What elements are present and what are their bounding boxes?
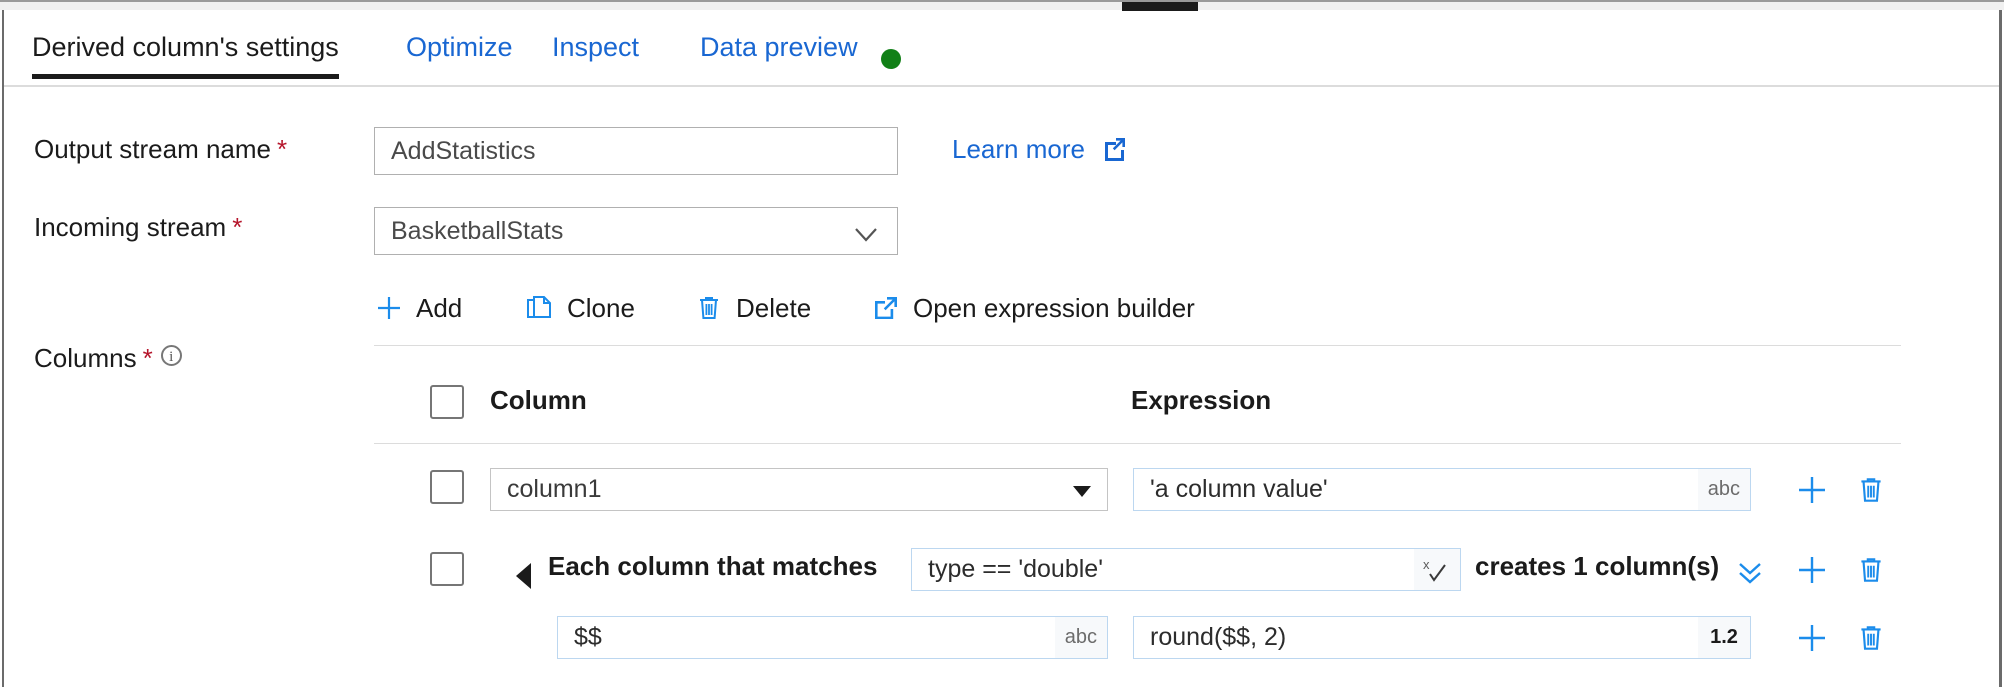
expression-value: 'a column value' <box>1150 475 1328 504</box>
pattern-expression-value: round($$, 2) <box>1150 623 1286 652</box>
row-checkbox[interactable] <box>430 470 464 504</box>
window-top-strip <box>0 0 2004 10</box>
active-tab-underline <box>32 74 339 79</box>
type-indicator-abc: abc <box>1055 617 1107 658</box>
columns-label: Columns* i <box>34 343 182 374</box>
required-marker: * <box>277 134 287 164</box>
learn-more-label: Learn more <box>952 134 1085 164</box>
delete-button[interactable]: Delete <box>694 282 811 334</box>
toolbar-divider <box>374 345 1901 346</box>
learn-more-link[interactable]: Learn more <box>952 134 1128 168</box>
column-header-label: Column <box>490 385 587 416</box>
column-select-value: column1 <box>507 475 602 504</box>
creates-columns-label: creates 1 column(s) <box>1475 551 1719 582</box>
add-row-icon[interactable] <box>1795 621 1829 655</box>
plus-icon <box>374 293 404 323</box>
double-chevron-down-icon[interactable] <box>1735 558 1765 593</box>
pattern-condition-value: type == 'double' <box>928 555 1103 584</box>
row-actions <box>1795 616 1887 659</box>
label-text: Output stream name <box>34 134 271 164</box>
tab-label: Inspect <box>552 32 639 62</box>
pattern-expression-input[interactable]: round($$, 2) 1.2 <box>1133 616 1751 659</box>
clone-icon <box>525 293 555 323</box>
pattern-column-name-value: $$ <box>574 623 602 652</box>
trash-icon <box>694 293 724 323</box>
collapse-toggle-icon[interactable] <box>516 563 531 589</box>
tab-inspect[interactable]: Inspect <box>552 32 639 63</box>
status-dot-icon <box>881 49 901 69</box>
delete-row-icon[interactable] <box>1855 622 1887 654</box>
add-label: Add <box>416 293 462 324</box>
row-checkbox[interactable] <box>430 552 464 586</box>
type-indicator-abc: abc <box>1698 469 1750 510</box>
tab-label: Derived column's settings <box>32 32 339 62</box>
add-row-icon[interactable] <box>1795 473 1829 507</box>
panel-right-border <box>1999 10 2002 687</box>
required-marker: * <box>143 343 153 373</box>
column-select[interactable]: column1 <box>490 468 1108 511</box>
label-text: Incoming stream <box>34 212 226 242</box>
incoming-stream-select[interactable] <box>374 207 898 255</box>
delete-row-icon[interactable] <box>1855 474 1887 506</box>
open-expression-builder-label: Open expression builder <box>913 293 1195 324</box>
tab-data-preview[interactable]: Data preview <box>700 32 858 63</box>
open-expression-builder-button[interactable]: Open expression builder <box>871 282 1195 334</box>
output-stream-name-input[interactable] <box>374 127 898 175</box>
pattern-column-name-input[interactable]: $$ abc <box>557 616 1108 659</box>
type-indicator-numeric: 1.2 <box>1698 617 1750 658</box>
clone-button[interactable]: Clone <box>525 282 635 334</box>
external-link-icon <box>871 293 901 323</box>
incoming-stream-label: Incoming stream* <box>34 212 242 243</box>
delete-row-icon[interactable] <box>1855 554 1887 586</box>
caret-down-icon <box>1073 486 1091 497</box>
derived-column-settings-panel: Derived column's settings Optimize Inspe… <box>0 0 2004 687</box>
label-text: Columns <box>34 343 137 373</box>
tab-optimize[interactable]: Optimize <box>406 32 513 63</box>
tab-label: Optimize <box>406 32 513 62</box>
clone-label: Clone <box>567 293 635 324</box>
output-stream-name-label: Output stream name* <box>34 134 287 165</box>
panel-left-border <box>2 10 4 687</box>
header-divider <box>374 443 1901 444</box>
tab-derived-column-settings[interactable]: Derived column's settings <box>32 32 339 63</box>
external-link-icon <box>1102 135 1128 168</box>
expression-header-label: Expression <box>1131 385 1271 416</box>
expression-input[interactable]: 'a column value' abc <box>1133 468 1751 511</box>
tab-bar: Derived column's settings Optimize Inspe… <box>4 12 1999 87</box>
each-column-matches-label: Each column that matches <box>548 551 877 582</box>
tab-label: Data preview <box>700 32 858 62</box>
add-row-icon[interactable] <box>1795 553 1829 587</box>
info-icon[interactable]: i <box>161 345 182 366</box>
delete-label: Delete <box>736 293 811 324</box>
select-all-checkbox[interactable] <box>430 385 464 419</box>
pattern-condition-input[interactable]: type == 'double' x <box>911 548 1461 591</box>
svg-text:x: x <box>1423 557 1430 572</box>
add-button[interactable]: Add <box>374 282 462 334</box>
type-indicator-boolean-icon: x <box>1414 549 1460 590</box>
row-actions <box>1795 468 1887 511</box>
row-actions <box>1795 548 1887 591</box>
panel-drag-handle[interactable] <box>1122 2 1198 11</box>
required-marker: * <box>232 212 242 242</box>
